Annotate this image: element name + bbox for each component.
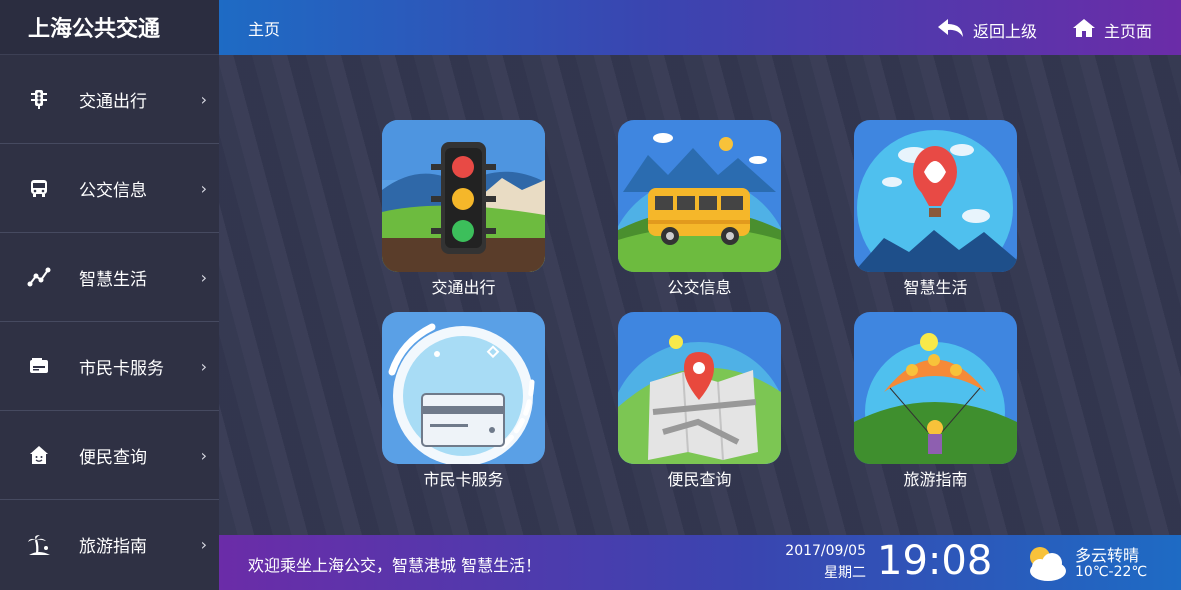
- palm-tree-icon: [26, 532, 52, 558]
- sidebar-item-label: 公交信息: [79, 180, 147, 201]
- back-arrow-icon: [937, 18, 965, 42]
- card-icon: [26, 353, 52, 379]
- sidebar-item-convenience[interactable]: 便民查询 ›: [0, 411, 219, 500]
- tile-label: 公交信息: [667, 278, 732, 297]
- sidebar-item-traffic[interactable]: 交通出行 ›: [0, 55, 219, 144]
- main-area: 交通出行 公交信息 智慧生活 市民卡服务 便民查询 旅游指南: [219, 55, 1181, 535]
- welcome-message: 欢迎乘坐上海公交，智慧港城 智慧生活！: [248, 556, 542, 575]
- weather-text: 多云转晴: [1075, 546, 1140, 565]
- map-pin-illustration: [618, 312, 781, 464]
- tile-traffic[interactable]: 交通出行: [382, 120, 545, 297]
- tile-label: 便民查询: [667, 470, 732, 489]
- back-label: 返回上级: [973, 22, 1038, 41]
- traffic-light-illustration: [382, 120, 545, 272]
- sidebar-item-smart-life[interactable]: 智慧生活 ›: [0, 233, 219, 322]
- tile-citizen-card[interactable]: 市民卡服务: [382, 312, 545, 489]
- home-label: 主页面: [1104, 22, 1153, 41]
- traffic-light-icon: [26, 86, 52, 112]
- date-text: 2017/09/05: [785, 543, 866, 559]
- paraglider-illustration: [854, 312, 1017, 464]
- sidebar-item-label: 便民查询: [79, 447, 147, 468]
- bus-icon: [26, 175, 52, 201]
- tile-convenience[interactable]: 便民查询: [618, 312, 781, 489]
- tile-smart-life[interactable]: 智慧生活: [854, 120, 1017, 297]
- app-title: 上海公共交通: [0, 0, 219, 55]
- tile-bus[interactable]: 公交信息: [618, 120, 781, 297]
- back-button[interactable]: 返回上级: [937, 18, 1037, 42]
- sidebar: 上海公共交通 交通出行 › 公交信息 › 智慧生活 › 市民卡服务 › 便民查询…: [0, 0, 219, 590]
- partly-cloudy-icon: [1022, 543, 1070, 583]
- sidebar-item-label: 市民卡服务: [79, 358, 164, 379]
- sidebar-item-travel[interactable]: 旅游指南 ›: [0, 500, 219, 589]
- bus-illustration: [618, 120, 781, 272]
- sidebar-item-label: 交通出行: [79, 91, 147, 112]
- tile-label: 旅游指南: [903, 470, 968, 489]
- tile-label: 市民卡服务: [423, 470, 504, 489]
- card-illustration: [382, 312, 545, 464]
- chevron-right-icon: ›: [200, 445, 207, 465]
- chevron-right-icon: ›: [200, 178, 207, 198]
- temperature-text: 10℃-22℃: [1075, 564, 1148, 580]
- sidebar-item-label: 智慧生活: [79, 269, 147, 290]
- hot-air-balloon-illustration: [854, 120, 1017, 272]
- network-nodes-icon: [26, 264, 52, 290]
- top-header: 主页 返回上级 主页面: [219, 0, 1181, 55]
- chevron-right-icon: ›: [200, 89, 207, 109]
- house-smile-icon: [26, 442, 52, 468]
- home-icon: [1072, 18, 1096, 42]
- tile-travel[interactable]: 旅游指南: [854, 312, 1017, 489]
- sidebar-item-citizen-card[interactable]: 市民卡服务 ›: [0, 322, 219, 411]
- weekday-text: 星期二: [824, 565, 866, 581]
- breadcrumb: 主页: [248, 19, 281, 39]
- chevron-right-icon: ›: [200, 356, 207, 376]
- chevron-right-icon: ›: [200, 267, 207, 287]
- chevron-right-icon: ›: [200, 535, 207, 554]
- tile-label: 交通出行: [431, 278, 496, 297]
- tile-label: 智慧生活: [903, 278, 968, 297]
- sidebar-item-bus[interactable]: 公交信息 ›: [0, 144, 219, 233]
- status-footer: 欢迎乘坐上海公交，智慧港城 智慧生活！ 2017/09/05 星期二 19:08…: [219, 535, 1181, 590]
- clock-time: 19:08: [877, 538, 993, 584]
- sidebar-item-label: 旅游指南: [79, 537, 147, 557]
- home-button[interactable]: 主页面: [1072, 18, 1152, 42]
